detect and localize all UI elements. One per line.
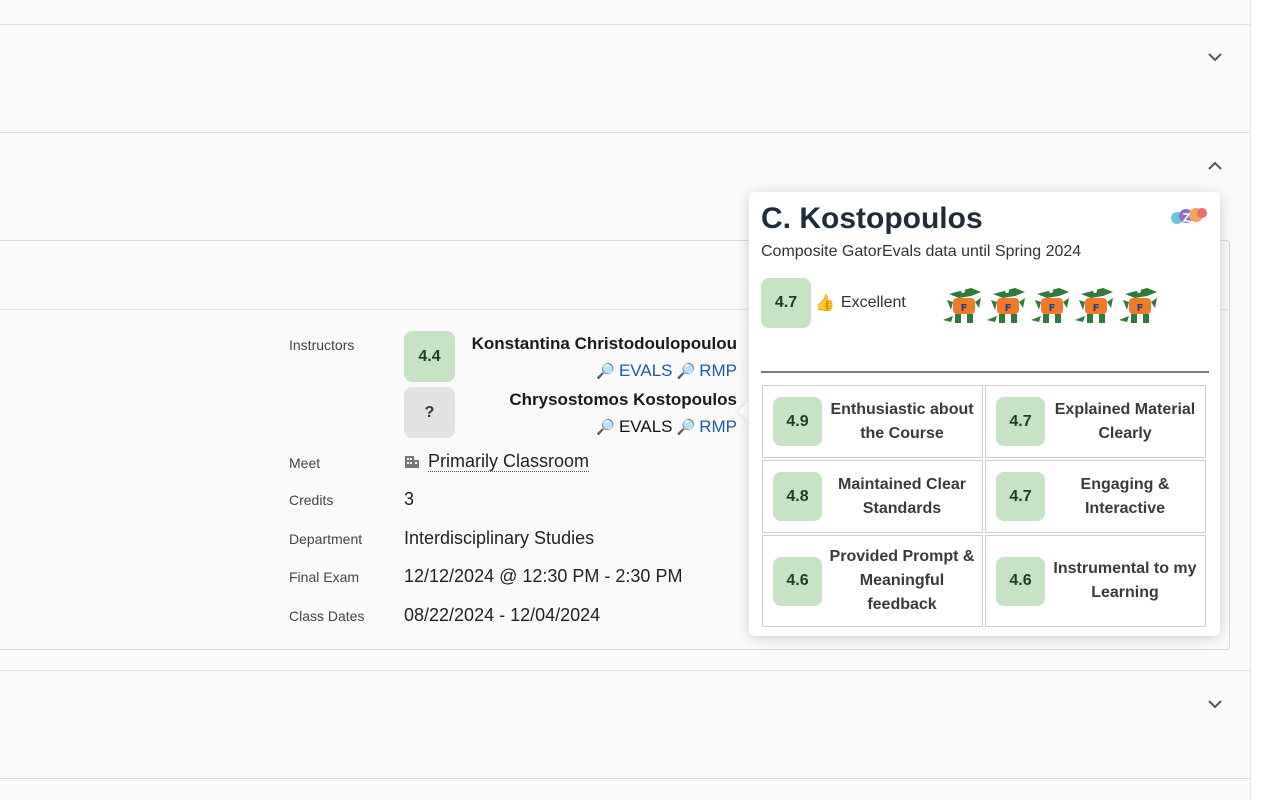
metrics-grid: 4.9 Enthusiastic about the Course 4.7 Ex… xyxy=(762,385,1208,627)
svg-text:F: F xyxy=(1049,303,1056,314)
gator-icon: F xyxy=(987,288,1025,323)
metric-score: 4.8 xyxy=(773,472,822,521)
meet-value: Primarily Classroom xyxy=(404,451,590,472)
meet-label: Meet xyxy=(289,455,321,471)
magnifier-icon: 🔎 xyxy=(596,419,615,436)
chevron-down-icon[interactable] xyxy=(1208,697,1222,711)
instructor-score-badge: 4.4 xyxy=(404,331,455,382)
class-dates-value: 08/22/2024 - 12/04/2024 xyxy=(404,605,601,625)
instructor-score-badge: ? xyxy=(404,387,455,438)
department-label: Department xyxy=(289,531,363,547)
metric-cell: 4.8 Maintained Clear Standards xyxy=(762,460,983,533)
divider xyxy=(0,24,1250,25)
divider xyxy=(0,670,1250,671)
instructors-label: Instructors xyxy=(289,337,355,353)
metric-score: 4.7 xyxy=(996,397,1045,446)
magnifier-icon: 🔎 xyxy=(596,363,615,380)
gator-icon: F xyxy=(1119,288,1157,323)
popup-subtitle: Composite GatorEvals data until Spring 2… xyxy=(761,243,1082,260)
evals-link[interactable]: EVALS xyxy=(619,361,673,381)
final-exam-value: 12/12/2024 @ 12:30 PM - 2:30 PM xyxy=(404,566,683,586)
thumbs-up-icon: 👍 xyxy=(815,295,835,312)
metric-score: 4.6 xyxy=(996,556,1045,606)
popup-title: C. Kostopoulos xyxy=(761,202,983,235)
metric-cell: 4.7 Explained Material Clearly xyxy=(985,385,1206,458)
rmp-link[interactable]: RMP xyxy=(699,417,737,437)
gator-icon: F xyxy=(943,288,981,323)
instructor-links: 🔎 EVALS 🔎 RMP xyxy=(596,417,737,437)
instructor-links: 🔎 EVALS 🔎 RMP xyxy=(596,361,737,381)
svg-text:F: F xyxy=(961,303,968,314)
divider xyxy=(761,371,1209,373)
overall-rating: 👍 Excellent xyxy=(815,293,906,313)
metric-label: Instrumental to my Learning xyxy=(1053,560,1197,601)
gator-rating: FFFFF xyxy=(941,280,1161,326)
gator-icon: F xyxy=(1075,288,1113,323)
app-logo-icon xyxy=(1171,208,1207,224)
credits-label: Credits xyxy=(289,492,334,508)
metric-cell: 4.9 Enthusiastic about the Course xyxy=(762,385,983,458)
metric-score: 4.6 xyxy=(773,556,822,606)
magnifier-icon: 🔎 xyxy=(676,419,696,436)
metric-label: Provided Prompt & Meaningful feedback xyxy=(829,548,975,613)
page: Instructors 4.4 Konstantina Christodoulo… xyxy=(0,0,1280,800)
metric-label: Engaging & Interactive xyxy=(1080,475,1170,517)
magnifier-icon: 🔎 xyxy=(676,363,696,380)
final-exam-label: Final Exam xyxy=(289,569,360,585)
chevron-down-icon[interactable] xyxy=(1208,50,1222,64)
gator-icon: F xyxy=(1031,288,1069,323)
metric-cell: 4.6 Provided Prompt & Meaningful feedbac… xyxy=(762,535,983,627)
metric-label: Maintained Clear Standards xyxy=(837,475,967,517)
rmp-link[interactable]: RMP xyxy=(699,361,737,381)
metric-label: Enthusiastic about the Course xyxy=(830,400,974,442)
scrollbar[interactable] xyxy=(1250,0,1280,800)
instructor-popup: C. Kostopoulos Composite GatorEvals data… xyxy=(749,192,1220,636)
class-dates-label: Class Dates xyxy=(289,608,365,624)
meet-link[interactable]: Primarily Classroom xyxy=(428,451,590,472)
evals-link[interactable]: EVALS xyxy=(619,417,673,437)
instructor-name: Konstantina Christodoulopoulou xyxy=(471,334,737,353)
svg-text:F: F xyxy=(1137,303,1144,314)
rating-label: Excellent xyxy=(840,294,906,311)
metric-cell: 4.7 Engaging & Interactive xyxy=(985,460,1206,533)
chevron-up-icon[interactable] xyxy=(1208,158,1222,172)
divider xyxy=(0,132,1250,133)
metric-score: 4.7 xyxy=(996,472,1045,521)
metric-label: Explained Material Clearly xyxy=(1054,400,1196,442)
building-icon xyxy=(405,456,419,468)
credits-value: 3 xyxy=(404,489,415,509)
metric-score: 4.9 xyxy=(773,397,822,446)
svg-text:F: F xyxy=(1005,303,1012,314)
department-value: Interdisciplinary Studies xyxy=(404,528,595,548)
instructor-name: Chrysostomos Kostopoulos xyxy=(509,390,737,409)
divider xyxy=(0,778,1250,779)
overall-score-badge: 4.7 xyxy=(761,278,811,328)
svg-text:F: F xyxy=(1093,303,1100,314)
metric-cell: 4.6 Instrumental to my Learning xyxy=(985,535,1206,627)
